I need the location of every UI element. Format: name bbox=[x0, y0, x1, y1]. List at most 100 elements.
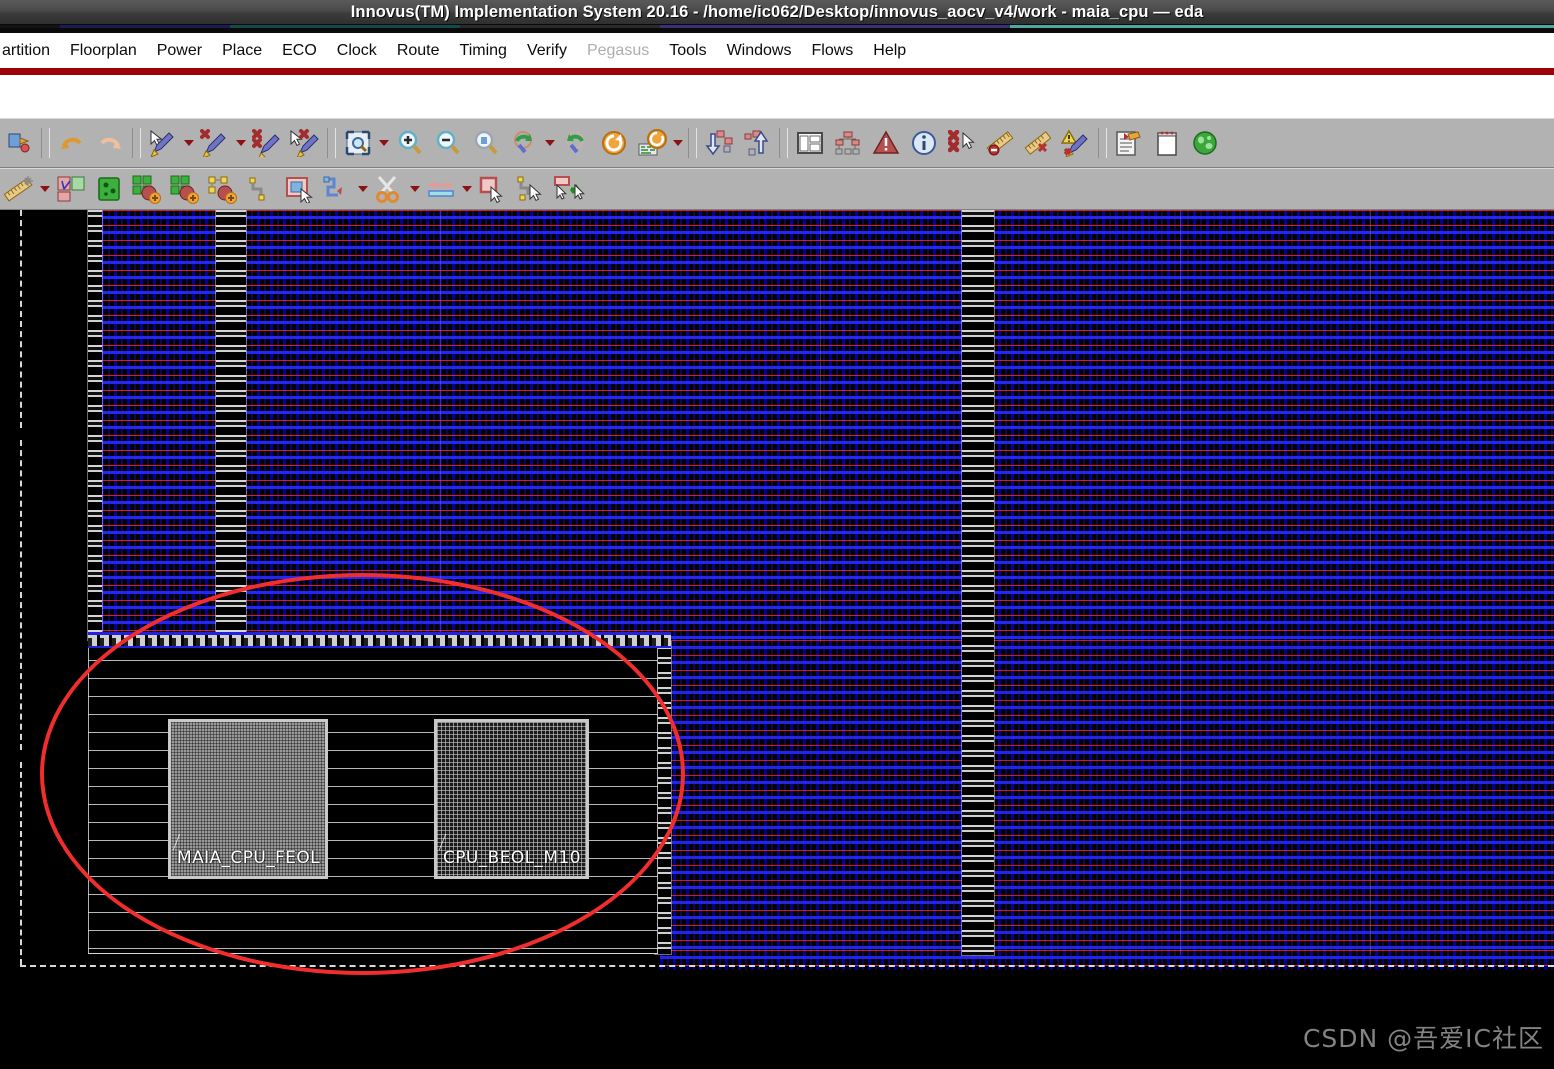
design-info-icon[interactable] bbox=[907, 126, 941, 160]
die-boundary-bottom bbox=[20, 965, 1554, 967]
menu-item-help[interactable]: Help bbox=[863, 39, 916, 63]
menu-item-route[interactable]: Route bbox=[387, 39, 450, 63]
menu-item-verify[interactable]: Verify bbox=[517, 39, 577, 63]
edit-select-region-icon[interactable] bbox=[282, 172, 316, 206]
hier-down-icon[interactable] bbox=[702, 126, 736, 160]
partition-icon[interactable] bbox=[54, 172, 88, 206]
toolbar-separator bbox=[688, 128, 697, 158]
move-pin-icon[interactable] bbox=[514, 172, 548, 206]
ruler-icon[interactable] bbox=[983, 126, 1017, 160]
menu-item-timing[interactable]: Timing bbox=[450, 39, 517, 63]
chevron-down-icon[interactable] bbox=[182, 128, 196, 158]
macro-label: MAIA_CPU_FEOL bbox=[177, 848, 321, 868]
menu-item-floorplan[interactable]: Floorplan bbox=[60, 39, 147, 63]
macro-maia-cpu-feol[interactable]: MAIA_CPU_FEOL bbox=[168, 719, 328, 879]
add-blockage-icon[interactable] bbox=[130, 172, 164, 206]
menu-item-windows[interactable]: Windows bbox=[717, 39, 802, 63]
menu-item-place[interactable]: Place bbox=[212, 39, 272, 63]
zoom-next-icon[interactable] bbox=[559, 126, 593, 160]
clear-violations-icon[interactable] bbox=[945, 126, 979, 160]
toolbar-background-gap bbox=[0, 75, 1554, 118]
io-column-left-edge bbox=[88, 210, 102, 640]
layout-panel-icon[interactable] bbox=[793, 126, 827, 160]
chevron-down-icon[interactable] bbox=[356, 174, 370, 204]
ruler-measure-icon[interactable] bbox=[2, 172, 36, 206]
route-path-icon[interactable] bbox=[244, 172, 278, 206]
menu-item-clock[interactable]: Clock bbox=[327, 39, 387, 63]
chevron-down-icon[interactable] bbox=[234, 128, 248, 158]
report-edit-icon[interactable] bbox=[1112, 126, 1146, 160]
chevron-down-icon[interactable] bbox=[543, 128, 557, 158]
deselect-pen-icon[interactable] bbox=[198, 126, 232, 160]
layout-canvas[interactable]: MAIA_CPU_FEOL CPU_BEOL_M10 CSDN @吾爱IC社区 bbox=[0, 210, 1554, 1069]
region-divider bbox=[820, 210, 821, 642]
select-deselect-cursor-icon[interactable] bbox=[288, 126, 322, 160]
csdn-watermark: CSDN @吾爱IC社区 bbox=[1302, 1024, 1544, 1053]
swap-object-icon[interactable] bbox=[552, 172, 586, 206]
window-title: Innovus(TM) Implementation System 20.16 … bbox=[350, 2, 1204, 21]
macro-column-center bbox=[962, 210, 994, 955]
toolbar-separator bbox=[327, 128, 336, 158]
menu-bar[interactable]: artition Floorplan Power Place ECO Clock… bbox=[0, 33, 1554, 68]
macro-column-left bbox=[216, 210, 246, 640]
violation-browser-icon[interactable] bbox=[869, 126, 903, 160]
region-divider bbox=[1370, 210, 1371, 955]
stretch-wire-icon[interactable] bbox=[424, 172, 458, 206]
macro-cpu-beol-m10[interactable]: CPU_BEOL_M10 bbox=[434, 719, 589, 879]
die-boundary-left-lower bbox=[20, 440, 22, 750]
redraw-icon[interactable] bbox=[597, 126, 631, 160]
menu-item-pegasus: Pegasus bbox=[586, 41, 650, 59]
macro-label: CPU_BEOL_M10 bbox=[443, 848, 581, 868]
globe-icon[interactable] bbox=[1188, 126, 1222, 160]
title-bar: Innovus(TM) Implementation System 20.16 … bbox=[0, 0, 1554, 24]
zoom-previous-icon[interactable] bbox=[507, 126, 541, 160]
standard-cell-sea-right bbox=[660, 640, 1554, 950]
refresh-design-icon[interactable] bbox=[635, 126, 669, 160]
undo-arrow-icon[interactable] bbox=[55, 126, 89, 160]
die-boundary-left bbox=[20, 210, 22, 428]
innovus-main-window: Innovus(TM) Implementation System 20.16 … bbox=[0, 0, 1554, 1069]
move-object-icon[interactable] bbox=[476, 172, 510, 206]
hierarchy-tree-icon[interactable] bbox=[831, 126, 865, 160]
violation-pen-icon[interactable] bbox=[1059, 126, 1093, 160]
zoom-selected-icon[interactable] bbox=[469, 126, 503, 160]
module-green-icon[interactable] bbox=[92, 172, 126, 206]
edit-toolbar[interactable] bbox=[0, 168, 1554, 210]
select-cursor-pen-icon[interactable] bbox=[146, 126, 180, 160]
clear-highlight-pen-icon[interactable] bbox=[250, 126, 284, 160]
toolbar-separator bbox=[41, 128, 50, 158]
menu-item-partition[interactable]: artition bbox=[0, 39, 60, 63]
hier-up-icon[interactable] bbox=[740, 126, 774, 160]
decorative-color-band bbox=[0, 24, 1554, 33]
die-boundary-left-bottom bbox=[20, 762, 22, 965]
menu-item-power[interactable]: Power bbox=[147, 39, 212, 63]
fit-window-icon[interactable] bbox=[341, 126, 375, 160]
zoom-in-icon[interactable] bbox=[393, 126, 427, 160]
clear-ruler-icon[interactable] bbox=[1021, 126, 1055, 160]
io-pad-row bbox=[88, 632, 671, 648]
design-import-icon[interactable] bbox=[2, 126, 36, 160]
zoom-out-icon[interactable] bbox=[431, 126, 465, 160]
toolbar-separator bbox=[1098, 128, 1107, 158]
menu-separator-bar bbox=[0, 68, 1554, 75]
wire-edit-icon[interactable] bbox=[320, 172, 354, 206]
menu-item-eco[interactable]: ECO bbox=[272, 39, 327, 63]
main-toolbar[interactable] bbox=[0, 118, 1554, 168]
menu-item-flows[interactable]: Flows bbox=[801, 39, 863, 63]
standard-cell-sea-bottom-right bbox=[660, 950, 1554, 970]
add-pin-guide-icon[interactable] bbox=[206, 172, 240, 206]
region-divider bbox=[440, 210, 441, 642]
menu-item-tools[interactable]: Tools bbox=[659, 39, 716, 63]
chevron-down-icon[interactable] bbox=[671, 128, 685, 158]
region-divider bbox=[1180, 210, 1181, 955]
chevron-down-icon[interactable] bbox=[38, 174, 52, 204]
cut-wire-scissors-icon[interactable] bbox=[372, 172, 406, 206]
redo-arrow-icon[interactable] bbox=[93, 126, 127, 160]
add-halo-icon[interactable] bbox=[168, 172, 202, 206]
toolbar-separator bbox=[779, 128, 788, 158]
chevron-down-icon[interactable] bbox=[408, 174, 422, 204]
notepad-icon[interactable] bbox=[1150, 126, 1184, 160]
chevron-down-icon[interactable] bbox=[460, 174, 474, 204]
chevron-down-icon[interactable] bbox=[377, 128, 391, 158]
standard-cell-sea-top bbox=[88, 210, 1554, 642]
